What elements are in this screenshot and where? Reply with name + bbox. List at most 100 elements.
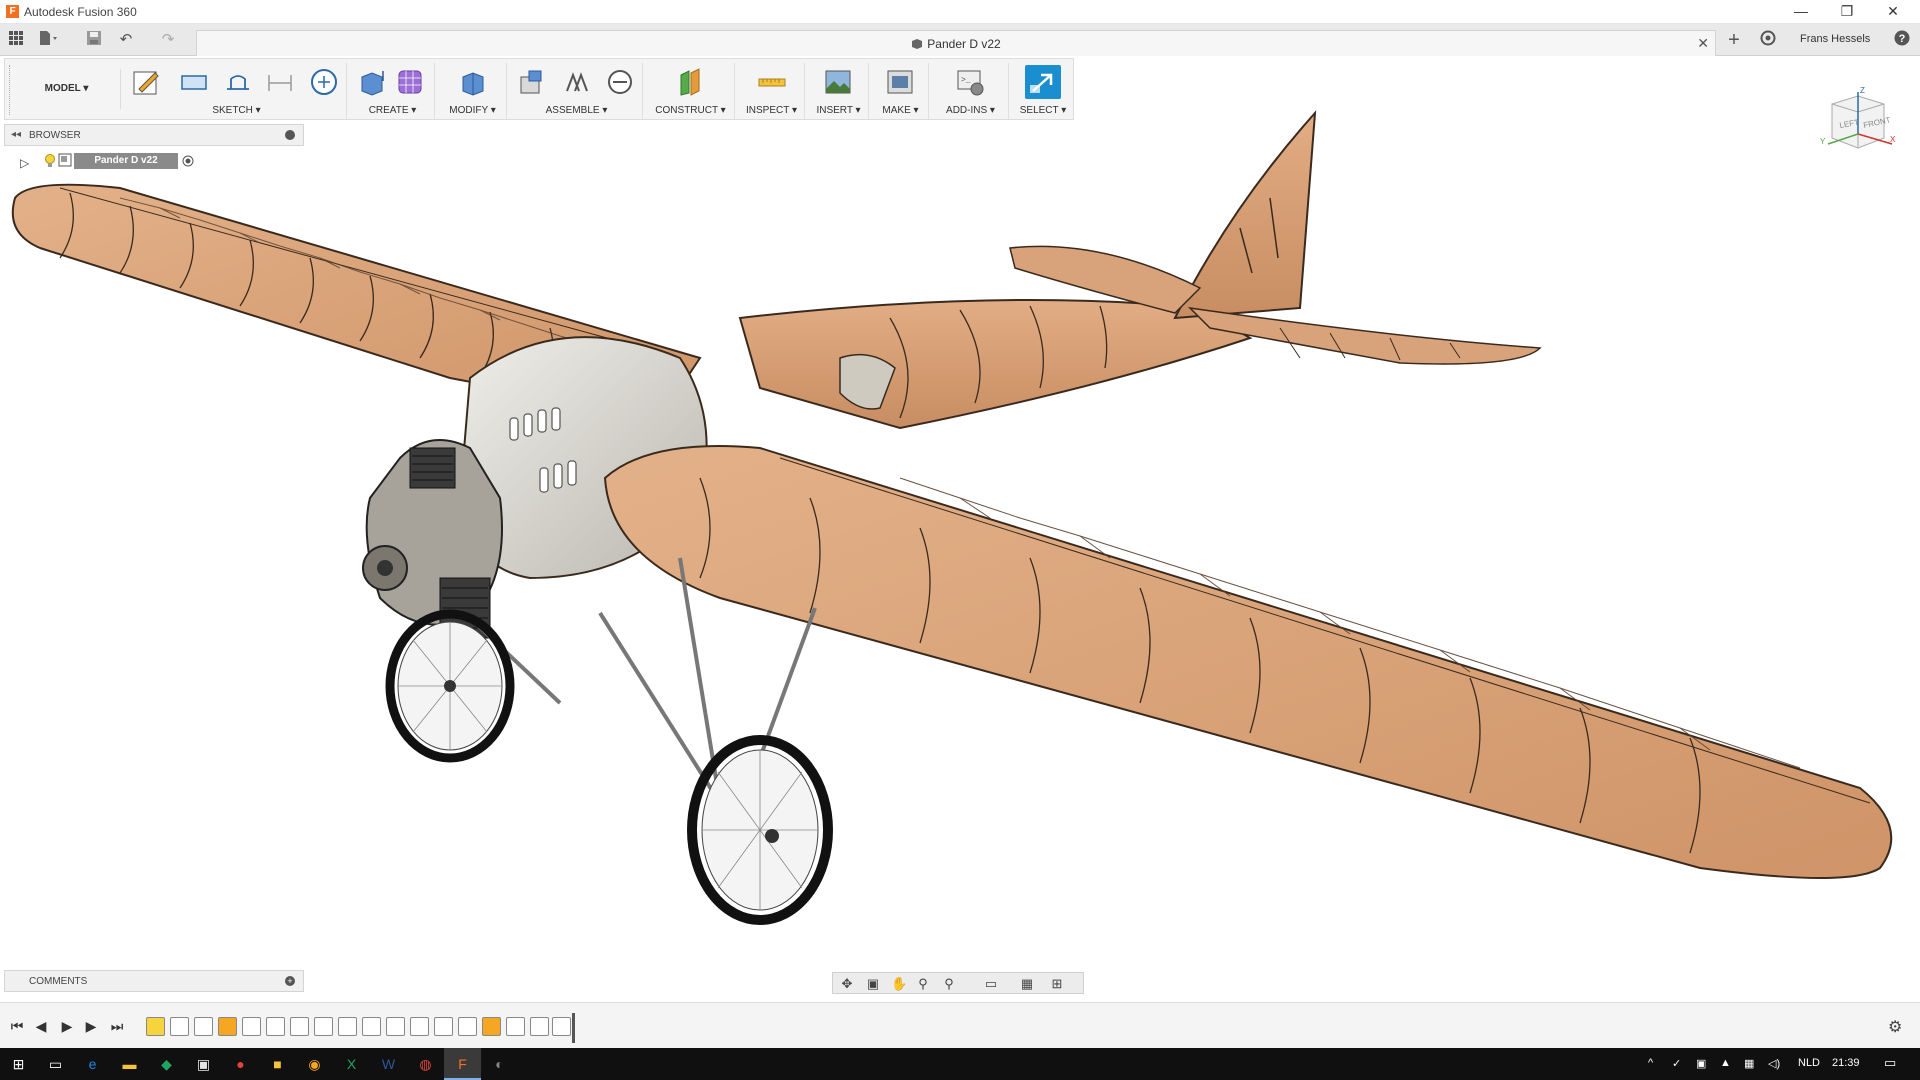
app-icon[interactable]: ▣ [185,1048,222,1080]
form-icon[interactable] [395,67,425,97]
language-indicator[interactable]: NLD [1798,1057,1820,1069]
timeline-joint-feature[interactable] [170,1017,189,1036]
new-component-icon[interactable] [517,67,547,97]
right-wheel[interactable] [687,735,833,925]
display-settings-icon[interactable]: ▭ [983,976,999,992]
timeline-joint-feature[interactable] [434,1017,453,1036]
restore-button[interactable]: ❐ [1824,0,1870,24]
left-wheel[interactable] [385,609,515,763]
timeline-joint-feature[interactable] [194,1017,213,1036]
step-forward-icon[interactable]: ▶ [82,1017,100,1035]
select-group[interactable]: SELECT ▾ [1013,63,1073,119]
canvas-image-icon[interactable] [823,67,853,97]
3d-viewport[interactable] [0,58,1920,1002]
viewcube[interactable]: LEFT FRONT Z X Y [1818,86,1898,166]
new-tab-plus-icon[interactable]: + [1724,30,1744,50]
timeline-joint-feature[interactable] [386,1017,405,1036]
construct-group[interactable]: CONSTRUCT ▾ [647,63,735,119]
fusion-360-taskbar-icon[interactable]: F [444,1048,481,1080]
joint-icon[interactable] [561,67,591,97]
app-icon[interactable]: ◍ [407,1048,444,1080]
modify-group[interactable]: MODIFY ▾ [439,63,507,119]
create-group[interactable]: CREATE ▾ [351,63,435,119]
excel-icon[interactable]: X [333,1048,370,1080]
visibility-bulb-icon[interactable] [44,154,56,171]
insert-group[interactable]: INSERT ▾ [809,63,869,119]
assemble-group[interactable]: ASSEMBLE ▾ [511,63,643,119]
timeline-feature[interactable] [218,1017,237,1036]
radial-engine[interactable] [362,439,503,639]
word-icon[interactable]: W [370,1048,407,1080]
fit-zoom-icon[interactable]: ⚲ [941,976,957,992]
timeline-joint-feature[interactable] [530,1017,549,1036]
job-status-icon[interactable] [1758,30,1778,50]
timeline-joint-feature[interactable] [314,1017,333,1036]
timeline-joint-feature[interactable] [266,1017,285,1036]
sketch-group[interactable]: SKETCH ▾ [127,63,347,119]
grid-settings-icon[interactable]: ▦ [1019,976,1035,992]
timeline-settings-gear-icon[interactable]: ⚙ [1888,1017,1902,1037]
motion-link-icon[interactable] [605,67,635,97]
workspace-switcher[interactable]: MODEL ▾ [13,69,121,109]
user-name[interactable]: Frans Hessels [1800,33,1870,45]
activate-component-icon[interactable] [182,155,194,170]
insert-menu[interactable]: INSERT ▾ [809,105,868,116]
timeline-joint-feature[interactable] [410,1017,429,1036]
browser-panel-header[interactable]: ◂◂ BROWSER [4,124,304,146]
file-explorer-icon[interactable]: ▬ [111,1048,148,1080]
measure-icon[interactable] [757,67,787,97]
redo-icon[interactable]: ↷ [158,30,178,50]
select-menu[interactable]: SELECT ▾ [1013,105,1073,116]
app-icon[interactable]: ● [222,1048,259,1080]
step-back-icon[interactable]: ◀ [32,1017,50,1035]
start-windows-icon[interactable]: ⊞ [0,1048,37,1080]
assemble-menu[interactable]: ASSEMBLE ▾ [511,105,642,116]
scripts-addins-icon[interactable]: >_ [955,67,985,97]
timeline-joint-feature[interactable] [458,1017,477,1036]
root-component-name[interactable]: Pander D v22 [74,153,178,169]
action-center-icon[interactable]: ▭ [1884,1055,1896,1071]
stop-sketch-icon[interactable] [309,67,339,97]
collapse-browser-icon[interactable]: ◂◂ [11,129,21,140]
offset-plane-icon[interactable] [675,67,705,97]
select-arrow-icon[interactable] [1025,65,1061,99]
comments-panel-header[interactable]: COMMENTS + [4,970,304,992]
tray-icon[interactable]: ▣ [1696,1057,1706,1070]
construct-menu[interactable]: CONSTRUCT ▾ [647,105,734,116]
data-panel-grid-icon[interactable] [6,30,26,50]
timeline-joint-feature[interactable] [242,1017,261,1036]
timeline-joint-feature[interactable] [290,1017,309,1036]
browser-options-icon[interactable] [285,130,295,140]
go-to-start-icon[interactable]: ⏮ [8,1017,26,1035]
make-group[interactable]: MAKE ▾ [873,63,929,119]
add-ins-group[interactable]: >_ ADD-INS ▾ [933,63,1009,119]
timeline-marker[interactable] [572,1013,575,1043]
network-icon[interactable]: ▦ [1744,1057,1754,1070]
app-icon[interactable]: ◐ [481,1048,518,1080]
volume-icon[interactable]: ◁) [1768,1057,1780,1070]
press-pull-icon[interactable] [457,67,487,97]
sketch-menu[interactable]: SKETCH ▾ [127,105,346,116]
orbit-icon[interactable]: ✥ [839,976,855,992]
add-ins-menu[interactable]: ADD-INS ▾ [933,105,1008,116]
chrome-icon[interactable]: ◉ [296,1048,333,1080]
expand-arrow-icon[interactable]: ▷ [20,156,29,170]
inspect-group[interactable]: INSPECT ▾ [739,63,805,119]
close-window-button[interactable]: ✕ [1870,0,1916,24]
zoom-icon[interactable]: ⚲ [915,976,931,992]
app-icon[interactable]: ■ [259,1048,296,1080]
make-menu[interactable]: MAKE ▾ [873,105,928,116]
help-icon[interactable]: ? [1892,30,1912,50]
tray-icon[interactable]: ▲ [1720,1057,1731,1069]
extrude-icon[interactable] [357,67,387,97]
timeline-joint-feature[interactable] [506,1017,525,1036]
timeline-sketch-feature[interactable] [146,1017,165,1036]
3d-print-icon[interactable] [885,67,915,97]
app-icon[interactable]: ◆ [148,1048,185,1080]
minimize-button[interactable]: — [1778,0,1824,24]
document-tab[interactable]: Pander D v22 ✕ [196,30,1716,56]
show-hidden-icons-icon[interactable]: ^ [1648,1057,1653,1069]
pan-hand-icon[interactable]: ✋ [891,976,907,992]
look-at-icon[interactable]: ▣ [865,976,881,992]
create-sketch-icon[interactable] [131,67,161,97]
